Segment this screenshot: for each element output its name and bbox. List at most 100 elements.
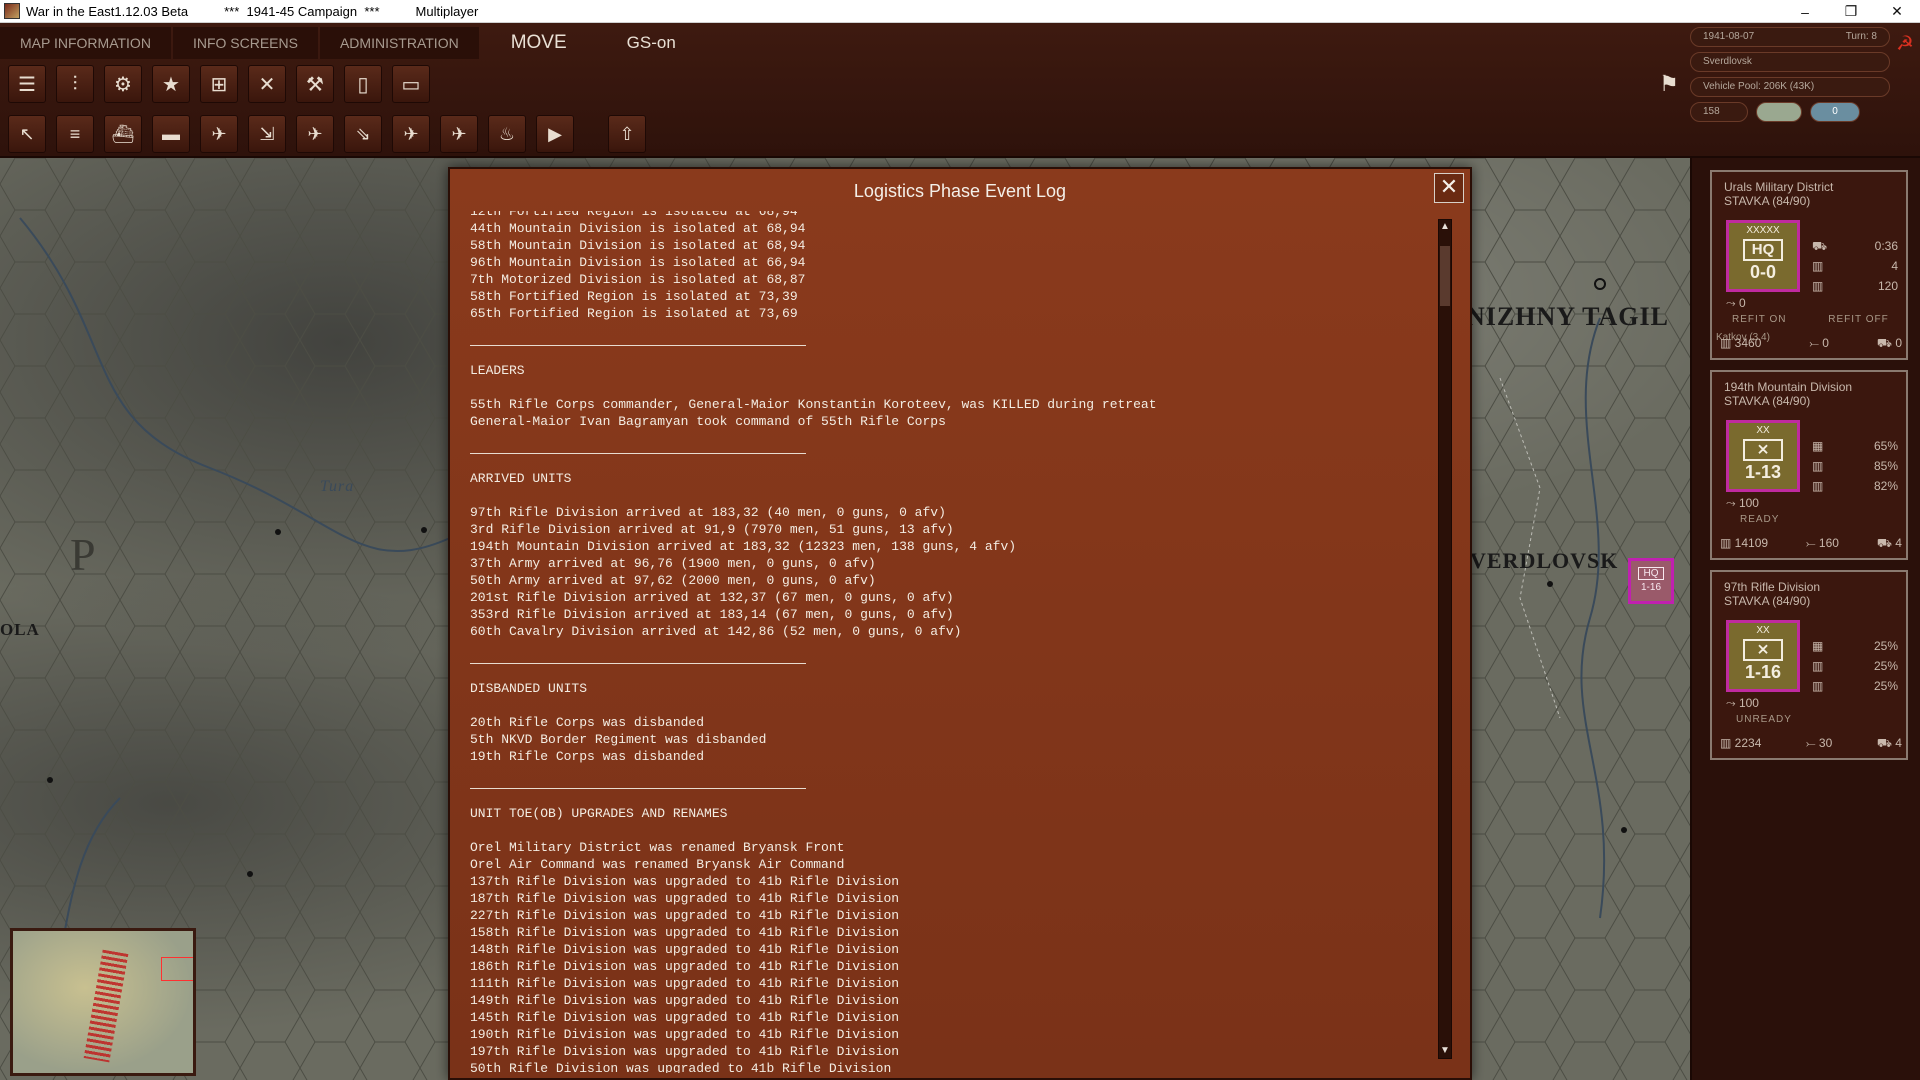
unit-parent: STAVKA (84/90) xyxy=(1724,594,1811,608)
unit-parent: STAVKA (84/90) xyxy=(1724,394,1811,408)
top-toolbar: MAP INFORMATION INFO SCREENS ADMINISTRAT… xyxy=(0,23,1920,158)
infantry-symbol-icon: ⨯ xyxy=(1743,639,1783,661)
afv-total: 4 xyxy=(1895,736,1902,750)
scroll-thumb[interactable] xyxy=(1440,246,1450,306)
crossed-swords-icon[interactable]: ✕ xyxy=(248,65,286,103)
mode-title: Multiplayer xyxy=(415,3,479,19)
gs-toggle[interactable]: GS-on xyxy=(597,27,706,59)
log-line: 65th Fortified Region is isolated at 73,… xyxy=(470,306,798,321)
men-total-icon: ▥ xyxy=(1720,336,1735,350)
unit-counter[interactable]: XXXXX HQ 0-0 xyxy=(1726,220,1800,292)
unit-totals: ▥ 2234 ⤚ 30 ⛟ 4 xyxy=(1720,736,1902,752)
log-line: 197th Rifle Division was upgraded to 41b… xyxy=(470,1044,900,1059)
gun-total: 30 xyxy=(1818,736,1833,750)
unit-counter[interactable]: XX ⨯ 1-16 xyxy=(1726,620,1800,692)
f4-ship-icon[interactable]: ▬ xyxy=(152,115,190,153)
f3-naval-icon[interactable]: ⛴ xyxy=(104,115,142,153)
weather-pill[interactable] xyxy=(1756,102,1802,122)
log-line: 20th Rifle Corps was disbanded xyxy=(470,715,705,730)
scroll-down-arrow-icon[interactable]: ▼ xyxy=(1439,1044,1451,1058)
star-icon[interactable]: ★ xyxy=(152,65,190,103)
infantry-symbol-icon: ⨯ xyxy=(1743,439,1783,461)
refit-off-button[interactable]: REFIT OFF xyxy=(1828,314,1888,325)
refit-on-button[interactable]: REFIT ON xyxy=(1732,314,1786,325)
unit-totals: ▥ 3460 ⤚ 0 ⛟ 0 xyxy=(1720,336,1902,352)
f11-fire-icon[interactable]: ♨ xyxy=(488,115,526,153)
log-line: Orel Air Command was renamed Bryansk Air… xyxy=(470,857,845,872)
log-line: 148th Rifle Division was upgraded to 41b… xyxy=(470,942,900,957)
men-total-icon: ▥ xyxy=(1720,736,1735,750)
restore-button[interactable]: ❐ xyxy=(1828,0,1874,23)
unit-card[interactable]: 194th Mountain Division STAVKA (84/90) X… xyxy=(1710,370,1908,560)
minimap-viewport[interactable] xyxy=(161,957,193,981)
f5-air-icon[interactable]: ✈ xyxy=(200,115,238,153)
unit-card[interactable]: 97th Rifle Division STAVKA (84/90) XX ⨯ … xyxy=(1710,570,1908,760)
unit-status: REFIT ON REFIT OFF xyxy=(1726,314,1896,325)
unit-counter[interactable]: XX ⨯ 1-13 xyxy=(1726,420,1800,492)
unit-name: 97th Rifle Division xyxy=(1724,580,1821,594)
map-hq-counter[interactable]: HQ 1-16 xyxy=(1628,558,1674,604)
f12-play-icon[interactable]: ▶ xyxy=(536,115,574,153)
menu-administration[interactable]: ADMINISTRATION xyxy=(319,27,479,59)
log-line: 111th Rifle Division was upgraded to 41b… xyxy=(470,976,900,991)
close-dialog-button[interactable]: ✕ xyxy=(1434,173,1464,203)
toolbar-row-2: ↖ ≡ ⛴ ▬ ✈ ⇲ ✈ ⇘ ✈ ✈ ♨ ▶ ⇧ xyxy=(8,115,656,153)
menu-map-information[interactable]: MAP INFORMATION xyxy=(0,27,171,59)
close-window-button[interactable]: ✕ xyxy=(1874,0,1920,23)
log-body[interactable]: 12th Fortified Region is isolated at 68,… xyxy=(470,211,1430,1073)
boot-icon: ⤳ xyxy=(1726,496,1739,510)
unit-totals: ▥ 14109 ⤚ 160 ⛟ 4 xyxy=(1720,536,1902,552)
flag-icon[interactable]: ⚑ xyxy=(1650,65,1688,103)
log-scrollbar[interactable]: ▲ ▼ xyxy=(1438,219,1452,1059)
log-lines: 12th Fortified Region is isolated at 68,… xyxy=(470,211,1430,1073)
log-line: 96th Mountain Division is isolated at 66… xyxy=(470,255,806,270)
unit-strength: 1-16 xyxy=(1744,662,1782,682)
hq-box-icon[interactable]: ⊞ xyxy=(200,65,238,103)
log-line: 194th Mountain Division arrived at 183,3… xyxy=(470,539,1017,554)
sliders-icon[interactable]: ⫶ xyxy=(56,65,94,103)
stack-icon[interactable]: ☰ xyxy=(8,65,46,103)
boot-icon: ⤳ xyxy=(1726,296,1739,310)
minimize-button[interactable]: – xyxy=(1782,0,1828,23)
logistics-event-log-dialog: Logistics Phase Event Log ✕ 12th Fortifi… xyxy=(448,167,1472,1080)
wrench-icon[interactable]: ⚒ xyxy=(296,65,334,103)
scroll-up-arrow-icon[interactable]: ▲ xyxy=(1439,220,1451,234)
stat-2: 25% xyxy=(1873,659,1898,673)
zero-pill[interactable]: 0 xyxy=(1810,102,1860,122)
phase-label[interactable]: MOVE xyxy=(481,27,597,59)
map-label-p: P xyxy=(70,529,97,580)
supply-icon: ▥ xyxy=(1812,459,1824,473)
mp-value: 0 xyxy=(1738,296,1746,310)
f7-air-strike-icon[interactable]: ✈ xyxy=(296,115,334,153)
f8-bombard-icon[interactable]: ⇘ xyxy=(344,115,382,153)
f2-rail-icon[interactable]: ≡ xyxy=(56,115,94,153)
log-line: 186th Rifle Division was upgraded to 41b… xyxy=(470,959,900,974)
depot-icon[interactable]: ▭ xyxy=(392,65,430,103)
menu-info-screens[interactable]: INFO SCREENS xyxy=(172,27,318,59)
log-line: LEADERS xyxy=(470,363,525,378)
men-total-icon: ▥ xyxy=(1720,536,1735,550)
f1-move-icon[interactable]: ↖ xyxy=(8,115,46,153)
map-label-ola: OLA xyxy=(0,620,40,639)
log-line: 190th Rifle Division was upgraded to 41b… xyxy=(470,1027,900,1042)
unit-status: UNREADY xyxy=(1726,714,1896,725)
gun-total-icon: ⤚ xyxy=(1809,336,1823,350)
f6-airlift-icon[interactable]: ⇲ xyxy=(248,115,286,153)
window-titlebar: War in the East1.12.03 Beta *** 1941-45 … xyxy=(0,0,1920,23)
morale-icon: ▦ xyxy=(1812,639,1824,653)
log-line: 7th Motorized Division is isolated at 68… xyxy=(470,272,806,287)
gun-total-icon: ⤚ xyxy=(1805,536,1819,550)
minimap[interactable] xyxy=(10,928,196,1076)
f9-recon-icon[interactable]: ✈ xyxy=(392,115,430,153)
tank-total-icon: ⛟ xyxy=(1876,336,1896,350)
date-turn-field: 1941-08-07 Turn: 8 xyxy=(1690,27,1890,47)
unit-card[interactable]: Urals Military District STAVKA (84/90) X… xyxy=(1710,170,1908,360)
gear-icon[interactable]: ⚙ xyxy=(104,65,142,103)
fuel-icon[interactable]: ▯ xyxy=(344,65,382,103)
upload-icon[interactable]: ⇧ xyxy=(608,115,646,153)
f10-interdict-icon[interactable]: ✈ xyxy=(440,115,478,153)
log-line: 149th Rifle Division was upgraded to 41b… xyxy=(470,993,900,1008)
unit-panel: Urals Military District STAVKA (84/90) X… xyxy=(1690,158,1920,1080)
